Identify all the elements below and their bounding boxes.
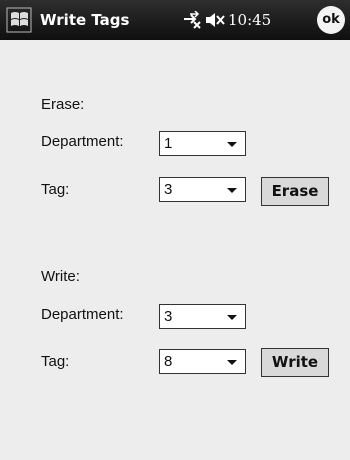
write-department-label: Department: — [41, 306, 124, 323]
erase-button[interactable]: Erase — [261, 177, 329, 206]
erase-department-value: 1 — [164, 135, 173, 152]
write-tag-value: 8 — [164, 353, 173, 370]
write-section-label: Write: — [41, 268, 80, 285]
write-tag-select[interactable]: 8 — [159, 349, 246, 374]
connectivity-icon[interactable] — [182, 11, 202, 29]
chevron-down-icon — [227, 142, 237, 147]
erase-tag-label: Tag: — [41, 181, 70, 198]
erase-department-select[interactable]: 1 — [159, 131, 246, 156]
chevron-down-icon — [227, 315, 237, 320]
ok-button[interactable]: ok — [317, 6, 345, 34]
erase-tag-select[interactable]: 3 — [159, 177, 246, 202]
erase-department-label: Department: — [41, 133, 124, 150]
write-tag-label: Tag: — [41, 353, 70, 370]
erase-tag-value: 3 — [164, 181, 173, 198]
window-title: Write Tags — [40, 11, 130, 29]
chevron-down-icon — [227, 188, 237, 193]
write-department-value: 3 — [164, 308, 173, 325]
title-bar: Write Tags 10:45 ok — [0, 0, 350, 40]
clock[interactable]: 10:45 — [228, 11, 271, 29]
write-button[interactable]: Write — [261, 348, 329, 377]
volume-muted-icon[interactable] — [205, 12, 225, 28]
write-department-select[interactable]: 3 — [159, 304, 246, 329]
erase-section-label: Erase: — [41, 96, 85, 113]
windows-start-icon[interactable] — [6, 7, 32, 33]
chevron-down-icon — [227, 360, 237, 365]
